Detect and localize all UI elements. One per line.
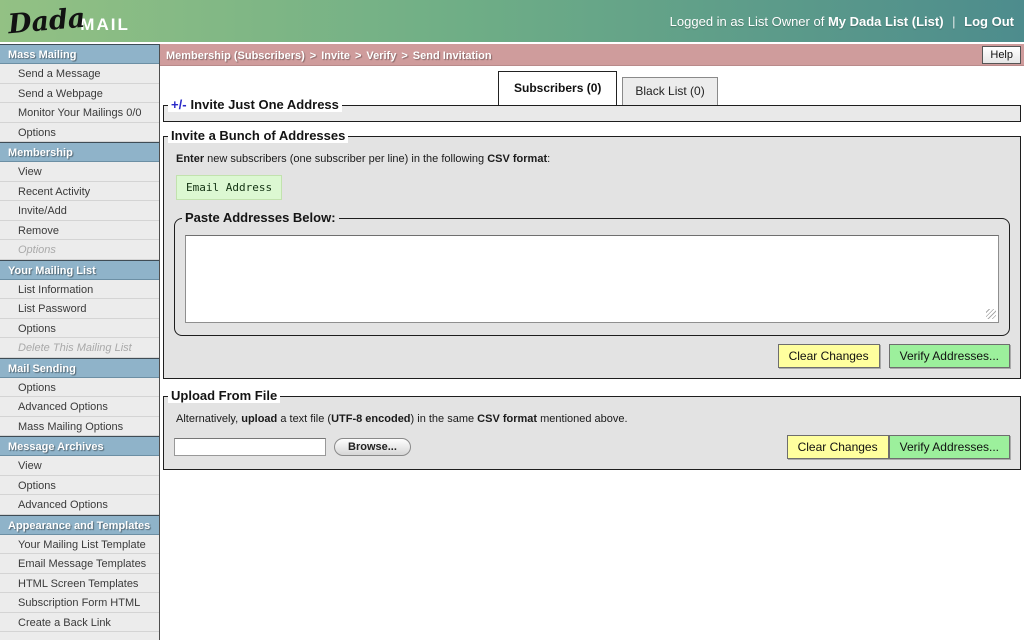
- invite-one-address-legend: +/- Invite Just One Address: [168, 97, 342, 112]
- tab-bar: Subscribers (0)Black List (0): [498, 73, 1024, 105]
- instruction-text: mentioned above.: [537, 413, 628, 425]
- bunch-button-row: Clear Changes Verify Addresses...: [174, 344, 1010, 368]
- paste-addresses-textarea[interactable]: [185, 235, 999, 323]
- paste-addresses-fieldset: Paste Addresses Below:: [174, 218, 1010, 336]
- file-path-input[interactable]: [174, 438, 326, 456]
- instruction-text: ) in the same: [411, 413, 478, 425]
- sidebar-item[interactable]: HTML Screen Templates: [0, 574, 159, 594]
- login-status: Logged in as List Owner of My Dada List …: [670, 14, 1014, 29]
- sidebar-section-title: Your Mailing List: [0, 260, 159, 280]
- browse-button[interactable]: Browse...: [334, 438, 411, 456]
- expand-collapse-toggle[interactable]: +/-: [171, 97, 187, 112]
- sidebar-section-title: Message Archives: [0, 436, 159, 456]
- logout-link[interactable]: Log Out: [964, 14, 1014, 29]
- invite-bunch-fieldset: Invite a Bunch of Addresses Enter new su…: [163, 136, 1021, 379]
- sidebar-item[interactable]: Advanced Options: [0, 495, 159, 515]
- login-separator: |: [952, 14, 955, 29]
- instruction-bold: CSV format: [487, 153, 547, 165]
- content-area: Subscribers (0)Black List (0) +/- Invite …: [160, 66, 1024, 640]
- instruction-bold: CSV format: [477, 413, 537, 425]
- verify-addresses-button[interactable]: Verify Addresses...: [889, 435, 1010, 459]
- sidebar-item[interactable]: Options: [0, 378, 159, 398]
- sidebar-item[interactable]: List Information: [0, 280, 159, 300]
- sidebar-item[interactable]: Advanced Options: [0, 397, 159, 417]
- sidebar-item[interactable]: Invite/Add: [0, 201, 159, 221]
- csv-column-chip: Email Address: [176, 175, 282, 200]
- instruction-bold: Enter: [176, 153, 204, 165]
- logo-dada-script: Dada: [7, 4, 86, 38]
- sidebar-section-title: Appearance and Templates: [0, 515, 159, 535]
- clear-changes-button[interactable]: Clear Changes: [787, 435, 889, 459]
- sidebar-section-title: Membership: [0, 142, 159, 162]
- sidebar-item[interactable]: Options: [0, 123, 159, 143]
- sidebar-item[interactable]: Send a Message: [0, 64, 159, 84]
- breadcrumb-item[interactable]: Invite: [321, 50, 350, 62]
- breadcrumb-separator: >: [310, 50, 316, 62]
- sidebar-item[interactable]: Recent Activity: [0, 182, 159, 202]
- upload-from-file-fieldset: Upload From File Alternatively, upload a…: [163, 396, 1021, 470]
- breadcrumb-item[interactable]: Verify: [366, 50, 396, 62]
- sidebar-item: Delete This Mailing List: [0, 338, 159, 358]
- sidebar-item: Options: [0, 240, 159, 260]
- invite-bunch-legend: Invite a Bunch of Addresses: [168, 128, 348, 143]
- sidebar-item[interactable]: Send a Webpage: [0, 84, 159, 104]
- invite-one-address-fieldset: +/-Invite Just One Address: [163, 105, 1021, 122]
- instruction-text: a text file (: [277, 413, 331, 425]
- dada-mail-logo[interactable]: Dada MAIL: [8, 8, 130, 35]
- instruction-text: :: [547, 153, 550, 165]
- sidebar-item[interactable]: List Password: [0, 299, 159, 319]
- sidebar-item[interactable]: View: [0, 162, 159, 182]
- verify-addresses-button[interactable]: Verify Addresses...: [889, 344, 1010, 368]
- clear-changes-button[interactable]: Clear Changes: [778, 344, 880, 368]
- instruction-bold: UTF-8 encoded: [331, 413, 410, 425]
- breadcrumb-item[interactable]: Membership (Subscribers): [166, 50, 305, 62]
- main-column: Membership (Subscribers) > Invite > Verify > S…: [160, 44, 1024, 640]
- tab-black-list[interactable]: Black List (0): [622, 77, 717, 105]
- breadcrumb-bar: Membership (Subscribers) > Invite > Verify > S…: [160, 44, 1024, 66]
- logo-mail-text: MAIL: [80, 15, 130, 35]
- sidebar: Mass MailingSend a MessageSend a Webpage…: [0, 44, 160, 640]
- sidebar-item[interactable]: Subscription Form HTML: [0, 593, 159, 613]
- sidebar-section-title: Mass Mailing: [0, 44, 159, 64]
- instruction-bold: upload: [241, 413, 277, 425]
- upload-row: Browse... Clear Changes Verify Addresses…: [174, 435, 1010, 459]
- sidebar-item[interactable]: View: [0, 456, 159, 476]
- breadcrumb-item[interactable]: Send Invitation: [413, 50, 492, 62]
- csv-format-instruction: Enter new subscribers (one subscriber pe…: [176, 153, 1008, 165]
- paste-addresses-legend: Paste Addresses Below:: [182, 210, 339, 225]
- sidebar-item[interactable]: Options: [0, 319, 159, 339]
- sidebar-item[interactable]: Monitor Your Mailings 0/0: [0, 103, 159, 123]
- instruction-text: new subscribers (one subscriber per line…: [204, 153, 487, 165]
- instruction-text: Alternatively,: [176, 413, 241, 425]
- sidebar-item[interactable]: Mass Mailing Options: [0, 417, 159, 437]
- breadcrumb-separator: >: [355, 50, 361, 62]
- upload-from-file-legend: Upload From File: [168, 388, 280, 403]
- breadcrumb: Membership (Subscribers) > Invite > Verify > S…: [166, 46, 492, 64]
- breadcrumb-separator: >: [401, 50, 407, 62]
- current-list-name: My Dada List (List): [828, 14, 944, 29]
- sidebar-item[interactable]: Your Mailing List Template: [0, 535, 159, 555]
- help-button[interactable]: Help: [982, 46, 1021, 64]
- tab-subscribers[interactable]: Subscribers (0): [498, 71, 617, 105]
- app-header: Dada MAIL Logged in as List Owner of My …: [0, 0, 1024, 42]
- sidebar-section-title: Mail Sending: [0, 358, 159, 378]
- sidebar-item[interactable]: Remove: [0, 221, 159, 241]
- invite-one-address-title: Invite Just One Address: [191, 97, 339, 112]
- upload-instruction: Alternatively, upload a text file (UTF-8…: [176, 413, 1008, 425]
- login-prefix: Logged in as List Owner of: [670, 14, 825, 29]
- paste-textarea-wrap: [185, 235, 999, 323]
- sidebar-item[interactable]: Options: [0, 476, 159, 496]
- sidebar-item[interactable]: Email Message Templates: [0, 554, 159, 574]
- sidebar-item[interactable]: Create a Back Link: [0, 613, 159, 633]
